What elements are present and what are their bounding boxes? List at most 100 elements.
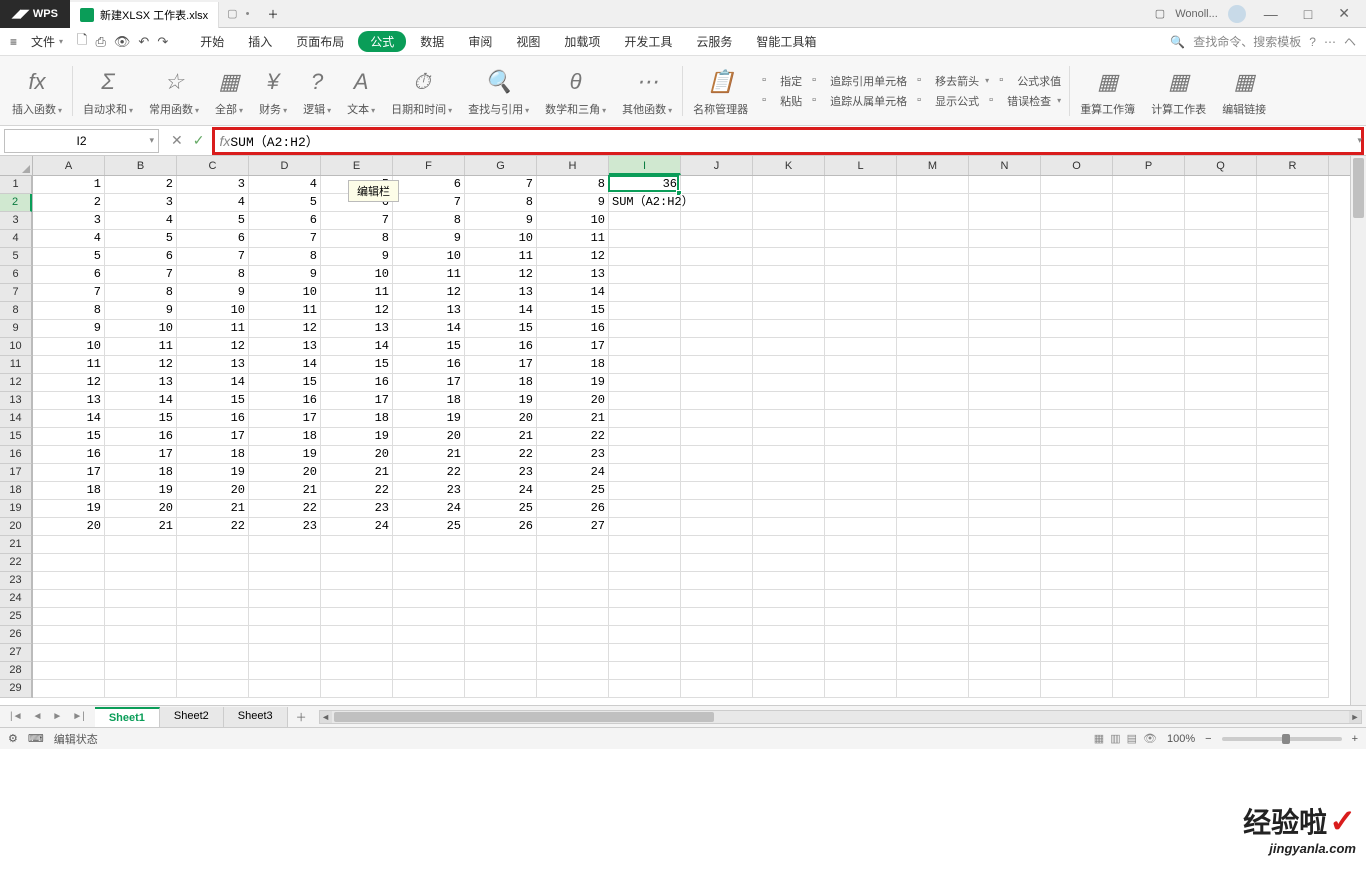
cell-K2[interactable] (753, 194, 825, 212)
add-sheet-button[interactable]: ＋ (288, 709, 315, 725)
cell-C28[interactable] (177, 662, 249, 680)
cell-K5[interactable] (753, 248, 825, 266)
ribbon-编辑链接[interactable]: ▦编辑链接 (1214, 59, 1274, 123)
col-header-D[interactable]: D (249, 156, 321, 175)
cell-B11[interactable]: 12 (105, 356, 177, 374)
cell-M26[interactable] (897, 626, 969, 644)
cell-O9[interactable] (1041, 320, 1113, 338)
view-layout-icon[interactable]: ▤ (1127, 732, 1137, 745)
cell-O26[interactable] (1041, 626, 1113, 644)
cell-M10[interactable] (897, 338, 969, 356)
cell-M4[interactable] (897, 230, 969, 248)
cell-B5[interactable]: 6 (105, 248, 177, 266)
cell-R3[interactable] (1257, 212, 1329, 230)
cell-N8[interactable] (969, 302, 1041, 320)
cell-O21[interactable] (1041, 536, 1113, 554)
cell-F14[interactable]: 19 (393, 410, 465, 428)
cell-N4[interactable] (969, 230, 1041, 248)
ribbon-日期和时间[interactable]: ⏱日期和时间▾ (383, 59, 460, 123)
cell-Q1[interactable] (1185, 176, 1257, 194)
col-header-K[interactable]: K (753, 156, 825, 175)
cell-D16[interactable]: 19 (249, 446, 321, 464)
cell-C24[interactable] (177, 590, 249, 608)
cell-C15[interactable]: 17 (177, 428, 249, 446)
cell-J28[interactable] (681, 662, 753, 680)
cell-H12[interactable]: 19 (537, 374, 609, 392)
hamburger-icon[interactable]: ≡ (4, 31, 23, 53)
menu-tab-10[interactable]: 智能工具箱 (746, 29, 826, 54)
cell-Q9[interactable] (1185, 320, 1257, 338)
maximize-button[interactable]: □ (1296, 2, 1320, 26)
cell-F2[interactable]: 7 (393, 194, 465, 212)
cell-L26[interactable] (825, 626, 897, 644)
cell-N29[interactable] (969, 680, 1041, 698)
col-header-H[interactable]: H (537, 156, 609, 175)
cell-R5[interactable] (1257, 248, 1329, 266)
accept-formula-button[interactable]: ✓ (193, 132, 205, 149)
cell-G18[interactable]: 24 (465, 482, 537, 500)
cell-R9[interactable] (1257, 320, 1329, 338)
cell-F21[interactable] (393, 536, 465, 554)
cell-K12[interactable] (753, 374, 825, 392)
cell-P29[interactable] (1113, 680, 1185, 698)
cell-E28[interactable] (321, 662, 393, 680)
cell-B6[interactable]: 7 (105, 266, 177, 284)
cell-E24[interactable] (321, 590, 393, 608)
username-label[interactable]: Wonoll... (1175, 8, 1218, 20)
zoom-thumb[interactable] (1282, 734, 1290, 744)
cell-G22[interactable] (465, 554, 537, 572)
cell-N6[interactable] (969, 266, 1041, 284)
cell-N5[interactable] (969, 248, 1041, 266)
cell-C8[interactable]: 10 (177, 302, 249, 320)
cell-B3[interactable]: 4 (105, 212, 177, 230)
cell-K11[interactable] (753, 356, 825, 374)
cell-O7[interactable] (1041, 284, 1113, 302)
col-header-G[interactable]: G (465, 156, 537, 175)
cell-B1[interactable]: 2 (105, 176, 177, 194)
cell-D4[interactable]: 7 (249, 230, 321, 248)
cell-N16[interactable] (969, 446, 1041, 464)
cell-G20[interactable]: 26 (465, 518, 537, 536)
cell-O2[interactable] (1041, 194, 1113, 212)
search-placeholder[interactable]: 查找命令、搜索模板 (1193, 33, 1301, 50)
cell-N13[interactable] (969, 392, 1041, 410)
zoom-slider[interactable] (1222, 737, 1342, 741)
cell-A13[interactable]: 13 (33, 392, 105, 410)
cell-J25[interactable] (681, 608, 753, 626)
save-icon[interactable]: 🗋 (77, 31, 87, 53)
cell-D5[interactable]: 8 (249, 248, 321, 266)
cell-I6[interactable] (609, 266, 681, 284)
redo-icon[interactable]: ↷ (157, 34, 168, 50)
cell-P25[interactable] (1113, 608, 1185, 626)
ribbon-数学和三角[interactable]: θ数学和三角▾ (537, 59, 614, 123)
cell-D3[interactable]: 6 (249, 212, 321, 230)
ribbon-重算工作簿[interactable]: ▦重算工作簿 (1072, 59, 1143, 123)
cell-O4[interactable] (1041, 230, 1113, 248)
cell-Q7[interactable] (1185, 284, 1257, 302)
cell-K21[interactable] (753, 536, 825, 554)
options-icon[interactable]: ⚙ (8, 732, 18, 745)
cell-H16[interactable]: 23 (537, 446, 609, 464)
row-header-4[interactable]: 4 (0, 230, 32, 248)
cell-A16[interactable]: 16 (33, 446, 105, 464)
cancel-formula-button[interactable]: ✕ (171, 132, 183, 149)
cell-M21[interactable] (897, 536, 969, 554)
cell-M23[interactable] (897, 572, 969, 590)
cell-I27[interactable] (609, 644, 681, 662)
cell-B24[interactable] (105, 590, 177, 608)
cell-B22[interactable] (105, 554, 177, 572)
cell-I10[interactable] (609, 338, 681, 356)
cell-F19[interactable]: 24 (393, 500, 465, 518)
ribbon-查找与引用[interactable]: 🔍查找与引用▾ (460, 59, 537, 123)
cell-N26[interactable] (969, 626, 1041, 644)
cell-J7[interactable] (681, 284, 753, 302)
cell-L13[interactable] (825, 392, 897, 410)
cell-I20[interactable] (609, 518, 681, 536)
cell-M11[interactable] (897, 356, 969, 374)
cell-D14[interactable]: 17 (249, 410, 321, 428)
cell-J3[interactable] (681, 212, 753, 230)
cell-L27[interactable] (825, 644, 897, 662)
cell-L21[interactable] (825, 536, 897, 554)
cell-K24[interactable] (753, 590, 825, 608)
cell-J9[interactable] (681, 320, 753, 338)
